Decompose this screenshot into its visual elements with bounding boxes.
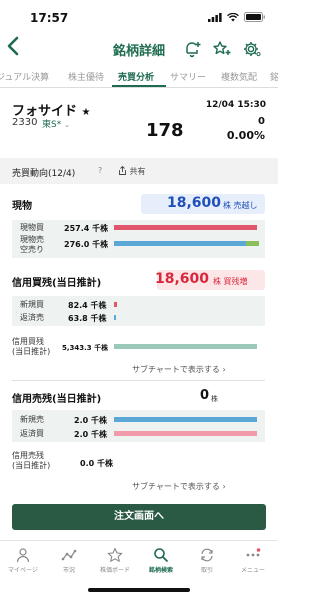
nav-item-mypage[interactable]: マイページ bbox=[0, 547, 46, 574]
person-icon bbox=[16, 548, 30, 563]
cash-net-value: 18,600 bbox=[167, 195, 222, 211]
margin-buy-balance-bar bbox=[114, 344, 257, 349]
tab-multiple-quotes[interactable]: 複数気配 bbox=[221, 70, 257, 83]
favorite-add-button[interactable] bbox=[212, 39, 232, 59]
active-tab-indicator bbox=[112, 85, 166, 87]
share-icon bbox=[119, 165, 126, 175]
margin-sell-title: 信用売残(当日推計) bbox=[12, 394, 102, 405]
menu-icon bbox=[246, 548, 261, 557]
share-button[interactable]: 共有 bbox=[118, 165, 146, 177]
nav-item-menu[interactable]: メニュー bbox=[230, 547, 276, 574]
price-change: 0 bbox=[258, 116, 265, 127]
cash-buy-value: 257.4 千株 bbox=[64, 224, 109, 233]
cash-trade-title: 現物 bbox=[12, 201, 32, 212]
signal-icon bbox=[208, 12, 222, 22]
repay-buy-label: 返済買 bbox=[20, 429, 44, 438]
section-title: 売買動向(12/4) bbox=[12, 169, 76, 179]
margin-buy-net-value: 18,600 bbox=[155, 271, 210, 287]
cash-sell-label: 現物売 空売り bbox=[20, 235, 44, 254]
tab-shareholder-benefits[interactable]: 株主優待 bbox=[68, 70, 104, 83]
gear-icon bbox=[244, 42, 261, 57]
short-sell-bar bbox=[246, 241, 259, 246]
page-title: 銘柄詳細 bbox=[112, 44, 165, 59]
stock-price: 178 bbox=[146, 120, 184, 141]
cash-net-pill: 18,600 株 売越し bbox=[141, 194, 265, 214]
new-buy-label: 新規買 bbox=[20, 300, 44, 309]
price-change-percent: 0.00% bbox=[226, 129, 265, 142]
repay-buy-bar bbox=[114, 431, 257, 436]
repay-sell-value: 63.8 千株 bbox=[68, 314, 107, 323]
margin-buy-balance-label: 信用買残 (当日推計) bbox=[12, 337, 51, 356]
chevron-down-icon: ⌄ bbox=[64, 121, 70, 129]
home-indicator bbox=[88, 588, 190, 592]
star-icon bbox=[107, 547, 123, 562]
margin-sell-balance-label: 信用売残 (当日推計) bbox=[12, 451, 51, 470]
nav-item-market[interactable]: 市況 bbox=[46, 547, 92, 574]
margin-buy-balance-value: 5,343.3 千株 bbox=[62, 344, 109, 352]
alert-add-button[interactable] bbox=[183, 39, 203, 59]
new-sell-label: 新規売 bbox=[20, 415, 44, 424]
tab-summary[interactable]: サマリー bbox=[170, 70, 206, 83]
margin-sell-net-unit: 株 bbox=[211, 395, 218, 403]
cash-trade-panel: 現物買 257.4 千株 現物売 空売り 276.0 千株 bbox=[12, 220, 265, 258]
nav-bar: 銘柄詳細 bbox=[0, 34, 278, 64]
sub-tabs: ジュアル決算 株主優待 売買分析 サマリー 複数気配 銘 bbox=[0, 66, 278, 88]
cash-net-unit: 株 売越し bbox=[223, 201, 258, 210]
market-icon bbox=[61, 549, 77, 561]
trade-icon bbox=[201, 548, 213, 562]
margin-buy-panel: 新規買 82.4 千株 返済売 63.8 千株 bbox=[12, 296, 265, 326]
cash-sell-value: 276.0 千株 bbox=[64, 240, 109, 249]
tab-visual-results[interactable]: ジュアル決算 bbox=[0, 70, 49, 83]
bell-plus-icon bbox=[186, 42, 201, 58]
wifi-icon bbox=[227, 12, 239, 21]
cash-buy-bar bbox=[114, 225, 257, 230]
nav-item-trade[interactable]: 取引 bbox=[184, 547, 230, 574]
status-icons bbox=[208, 12, 266, 22]
new-buy-value: 82.4 千株 bbox=[68, 301, 107, 310]
quote-datetime: 12/04 15:30 bbox=[205, 100, 266, 110]
margin-sell-panel: 新規売 2.0 千株 返済買 2.0 千株 bbox=[12, 410, 265, 442]
trade-trend-header: 売買動向(12/4) ? 共有 bbox=[0, 158, 278, 184]
cash-sell-bar bbox=[114, 241, 246, 246]
section-divider bbox=[12, 380, 265, 381]
battery-icon bbox=[244, 12, 265, 22]
new-sell-value: 2.0 千株 bbox=[74, 416, 107, 425]
status-bar: 17:57 bbox=[0, 0, 278, 34]
new-buy-bar bbox=[114, 302, 117, 307]
subchart-link-buy[interactable]: サブチャートで表示する › bbox=[132, 364, 226, 375]
margin-buy-net-unit: 株 買残増 bbox=[213, 277, 248, 286]
repay-sell-bar bbox=[114, 315, 116, 320]
new-sell-bar bbox=[114, 417, 257, 422]
status-time: 17:57 bbox=[30, 11, 69, 25]
repay-sell-label: 返済売 bbox=[20, 313, 44, 322]
help-icon[interactable]: ? bbox=[98, 166, 102, 175]
stock-code: 2330 bbox=[12, 117, 38, 128]
star-icon: ★ bbox=[81, 107, 91, 118]
star-plus-icon bbox=[213, 41, 231, 55]
repay-buy-value: 2.0 千株 bbox=[74, 430, 107, 439]
order-screen-button[interactable]: 注文画面へ bbox=[12, 504, 266, 530]
nav-item-search[interactable]: 銘柄検索 bbox=[138, 547, 184, 574]
subchart-link-sell[interactable]: サブチャートで表示する › bbox=[132, 481, 226, 492]
search-icon bbox=[154, 548, 169, 563]
tab-trade-analysis[interactable]: 売買分析 bbox=[118, 70, 154, 83]
stock-header: フォサイド ★ 2330 東S* ⌄ 12/04 15:30 178 0 0.0… bbox=[0, 92, 278, 154]
margin-buy-title: 信用買残(当日推計) bbox=[12, 278, 102, 289]
margin-sell-balance-value: 0.0 千株 bbox=[80, 459, 113, 468]
nav-item-board[interactable]: 株価ボード bbox=[92, 547, 138, 574]
market-selector[interactable]: 東S* ⌄ bbox=[42, 117, 70, 130]
margin-buy-pill: 18,600 株 買残増 bbox=[155, 270, 265, 290]
cash-buy-label: 現物買 bbox=[20, 223, 44, 232]
settings-button[interactable] bbox=[242, 39, 262, 59]
margin-sell-net-value: 0 bbox=[200, 388, 210, 403]
tab-more[interactable]: 銘 bbox=[270, 70, 278, 83]
